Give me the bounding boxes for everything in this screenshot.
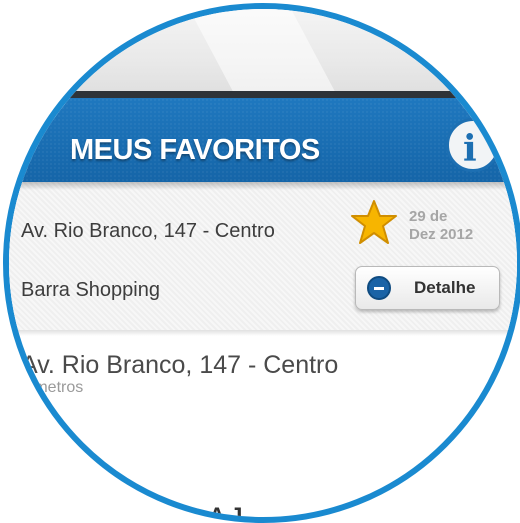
top-glass [9, 9, 517, 95]
date-month-year: Dez 2012 [409, 226, 474, 243]
result-distance: 0 metros [21, 379, 84, 396]
panel-shadow [9, 330, 517, 336]
partial-text: A J [209, 503, 243, 523]
detail-button[interactable]: Detalhe [355, 266, 500, 310]
favorite-address[interactable]: Av. Rio Branco, 147 - Centro [21, 220, 275, 243]
header-shadow [9, 182, 517, 190]
result-address[interactable]: Av. Rio Branco, 147 - Centro [21, 351, 338, 380]
info-icon: i [463, 128, 477, 170]
star-icon[interactable] [350, 199, 398, 247]
app-header: MEUS FAVORITOS i [9, 98, 517, 182]
detail-button-label: Detalhe [414, 278, 476, 297]
minus-icon [367, 276, 391, 300]
status-bar [9, 91, 517, 98]
page-title: MEUS FAVORITOS [70, 134, 320, 166]
date-day: 29 de [409, 208, 448, 225]
section-heading: IOCA [17, 423, 72, 448]
favorite-date: 29 de Dez 2012 [409, 208, 473, 244]
magnifier-lens: MEUS FAVORITOS i Av. Rio Branco, 147 - C… [3, 3, 520, 523]
favorite-place[interactable]: Barra Shopping [21, 279, 160, 302]
info-button[interactable]: i [446, 118, 500, 172]
